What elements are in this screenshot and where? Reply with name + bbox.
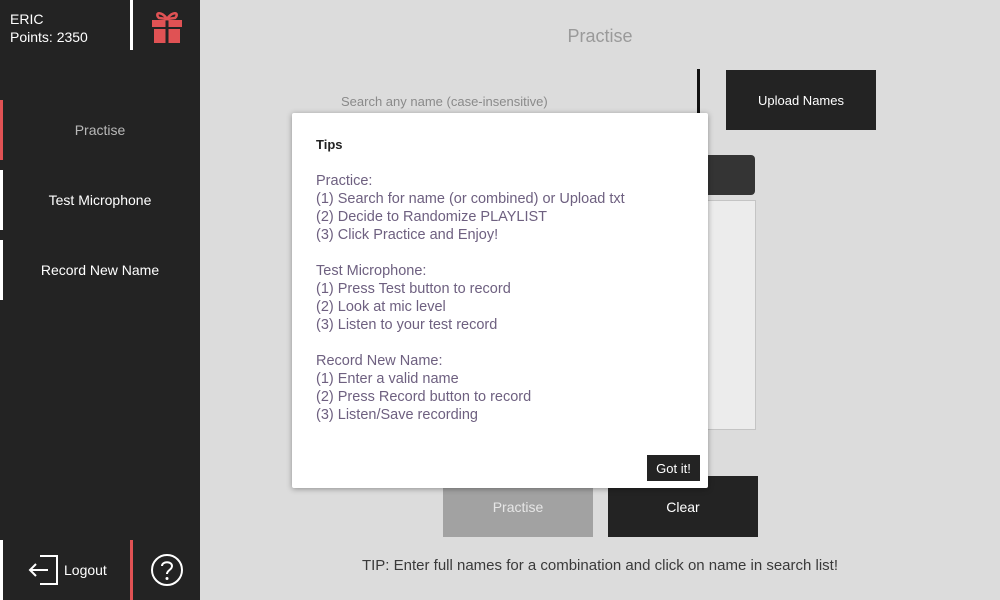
- section-heading: Test Microphone:: [316, 263, 427, 279]
- tips-section-test-microphone: Test Microphone: (1) Press Test button t…: [316, 262, 686, 334]
- dialog-body: Practice: (1) Search for name (or combin…: [316, 172, 686, 442]
- active-marker: [0, 100, 3, 160]
- section-step: (1) Enter a valid name: [316, 371, 459, 387]
- sidebar-item-practise[interactable]: Practise: [0, 100, 200, 160]
- search-input[interactable]: [333, 86, 695, 116]
- sidebar-item-label: Record New Name: [40, 262, 160, 278]
- section-step: (1) Press Test button to record: [316, 281, 511, 297]
- section-heading: Record New Name:: [316, 353, 443, 369]
- section-heading: Practice:: [316, 173, 373, 189]
- item-marker: [0, 240, 3, 300]
- sidebar-item-label: Practise: [74, 122, 126, 138]
- bottom-divider: [130, 540, 133, 600]
- section-step: (2) Look at mic level: [316, 299, 446, 315]
- section-step: (3) Listen to your test record: [316, 317, 498, 333]
- item-marker: [0, 540, 3, 600]
- tips-section-record-new-name: Record New Name: (1) Enter a valid name …: [316, 352, 686, 424]
- logout-label: Logout: [64, 562, 107, 578]
- logout-icon: [28, 555, 58, 585]
- sidebar-item-record-new-name[interactable]: Record New Name: [0, 240, 200, 300]
- section-step: (3) Click Practice and Enjoy!: [316, 227, 499, 243]
- sidebar-item-test-microphone[interactable]: Test Microphone: [0, 170, 200, 230]
- upload-names-button[interactable]: Upload Names: [726, 70, 876, 130]
- search-caret: [697, 69, 700, 116]
- user-info: ERIC Points: 2350: [0, 0, 130, 50]
- item-marker: [0, 170, 3, 230]
- page-title: Practise: [567, 26, 633, 46]
- tip-text: TIP: Enter full names for a combination …: [361, 557, 839, 574]
- dialog-title: Tips: [316, 137, 343, 152]
- section-step: (2) Press Record button to record: [316, 389, 532, 405]
- tips-dialog: Tips Practice: (1) Search for name (or c…: [292, 113, 708, 488]
- sidebar: ERIC Points: 2350 Practise Test Micropho…: [0, 0, 200, 600]
- section-step: (1) Search for name (or combined) or Upl…: [316, 191, 625, 207]
- logout-button[interactable]: Logout: [0, 540, 130, 600]
- got-it-button[interactable]: Got it!: [647, 455, 700, 481]
- user-divider: [130, 0, 133, 50]
- help-icon[interactable]: [150, 553, 184, 587]
- user-points: Points: 2350: [10, 29, 88, 45]
- tips-section-practice: Practice: (1) Search for name (or combin…: [316, 172, 686, 244]
- user-name: ERIC: [10, 11, 44, 27]
- sidebar-item-label: Test Microphone: [48, 192, 152, 208]
- gift-icon[interactable]: [149, 8, 185, 44]
- section-step: (3) Listen/Save recording: [316, 407, 478, 423]
- section-step: (2) Decide to Randomize PLAYLIST: [316, 209, 548, 225]
